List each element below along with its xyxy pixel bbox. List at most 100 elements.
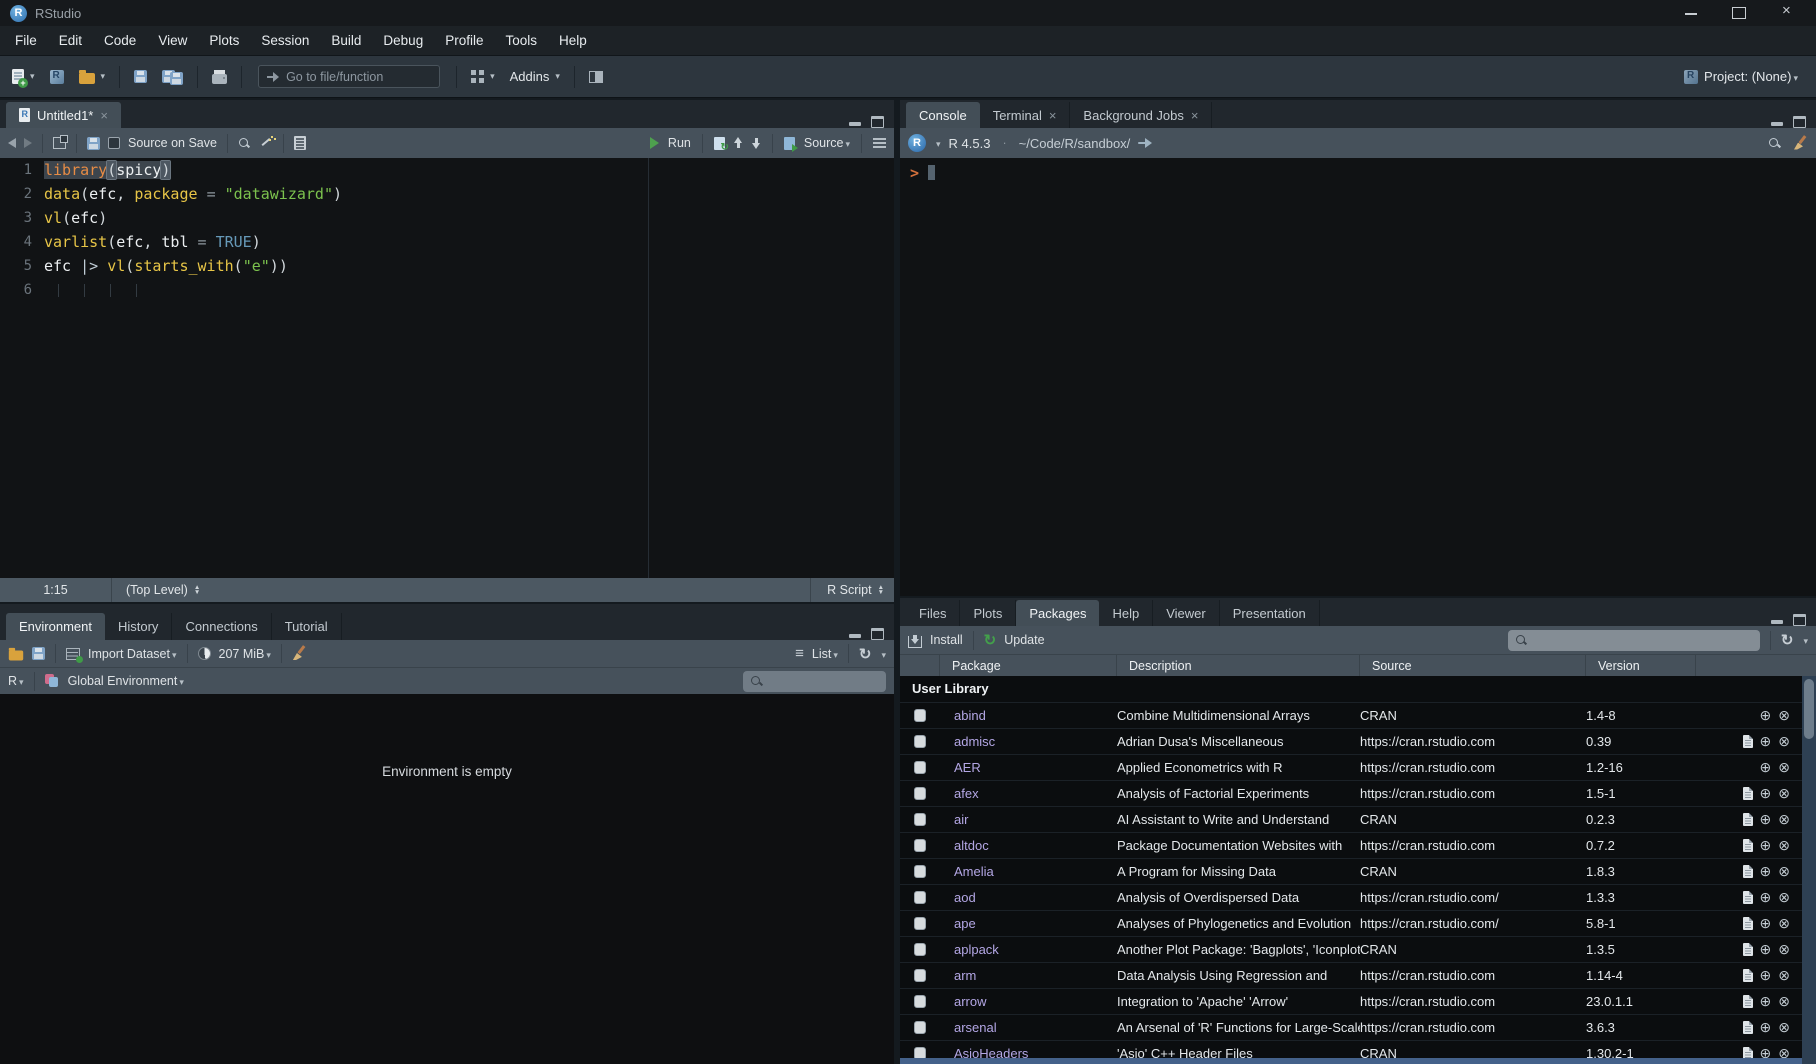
package-website-icon[interactable]: ⊕ (1760, 761, 1772, 774)
package-docs-icon[interactable] (1743, 917, 1753, 930)
package-website-icon[interactable]: ⊕ (1760, 969, 1772, 982)
package-name-link[interactable]: ape (940, 916, 1117, 931)
project-selector[interactable]: Project: (None) (1684, 69, 1808, 84)
tab-connections[interactable]: Connections (172, 613, 271, 640)
package-checkbox[interactable] (914, 735, 926, 748)
package-remove-icon[interactable]: ⊗ (1778, 813, 1790, 826)
tab-files[interactable]: Files (906, 600, 960, 626)
refresh-environment-icon[interactable]: ↻ (859, 645, 872, 663)
package-checkbox[interactable] (914, 969, 926, 982)
menu-help[interactable]: Help (548, 29, 598, 52)
package-row[interactable]: AERApplied Econometrics with Rhttps://cr… (900, 754, 1816, 780)
package-remove-icon[interactable]: ⊗ (1778, 995, 1790, 1008)
package-name-link[interactable]: afex (940, 786, 1117, 801)
forward-icon[interactable] (24, 138, 32, 148)
code-editor[interactable]: 1library(spicy)2data(efc, package = "dat… (0, 158, 894, 578)
package-website-icon[interactable]: ⊕ (1760, 917, 1772, 930)
package-docs-icon[interactable] (1743, 891, 1753, 904)
package-website-icon[interactable]: ⊕ (1760, 709, 1772, 722)
package-docs-icon[interactable] (1743, 787, 1753, 800)
package-website-icon[interactable]: ⊕ (1760, 787, 1772, 800)
maximize-pane-icon[interactable] (1793, 614, 1806, 626)
environment-scope-selector[interactable]: Global Environment (68, 674, 184, 688)
menu-code[interactable]: Code (93, 29, 147, 52)
package-website-icon[interactable]: ⊕ (1760, 995, 1772, 1008)
package-name-link[interactable]: Amelia (940, 864, 1117, 879)
view-mode-selector[interactable]: List (812, 647, 838, 661)
addins-button[interactable]: Addins (506, 66, 564, 87)
package-row[interactable]: armData Analysis Using Regression andhtt… (900, 962, 1816, 988)
close-tab-icon[interactable]: × (1191, 108, 1199, 123)
save-workspace-icon[interactable] (32, 647, 45, 660)
package-row[interactable]: arsenalAn Arsenal of 'R' Functions for L… (900, 1014, 1816, 1040)
package-website-icon[interactable]: ⊕ (1760, 839, 1772, 852)
menu-profile[interactable]: Profile (434, 29, 494, 52)
pane-layout-button[interactable] (585, 68, 607, 86)
save-all-button[interactable] (158, 66, 187, 88)
package-checkbox[interactable] (914, 995, 926, 1008)
tab-untitled1[interactable]: Untitled1* × (6, 102, 121, 128)
package-row[interactable]: aplpackAnother Plot Package: 'Bagplots',… (900, 936, 1816, 962)
package-docs-icon[interactable] (1743, 969, 1753, 982)
goto-file-box[interactable] (258, 65, 440, 88)
package-checkbox[interactable] (914, 943, 926, 956)
save-source-icon[interactable] (87, 137, 100, 150)
package-remove-icon[interactable]: ⊗ (1778, 969, 1790, 982)
tab-background-jobs[interactable]: Background Jobs× (1070, 102, 1212, 128)
code-line-6[interactable]: 6 (0, 278, 894, 302)
tab-terminal[interactable]: Terminal× (980, 102, 1071, 128)
package-website-icon[interactable]: ⊕ (1760, 865, 1772, 878)
package-checkbox[interactable] (914, 839, 926, 852)
package-remove-icon[interactable]: ⊗ (1778, 943, 1790, 956)
menu-edit[interactable]: Edit (48, 29, 93, 52)
maximize-pane-icon[interactable] (1793, 116, 1806, 128)
tab-help[interactable]: Help (1099, 600, 1153, 626)
package-name-link[interactable]: abind (940, 708, 1117, 723)
package-name-link[interactable]: arrow (940, 994, 1117, 1009)
code-line-2[interactable]: 2data(efc, package = "datawizard") (0, 182, 894, 206)
package-name-link[interactable]: aplpack (940, 942, 1117, 957)
back-icon[interactable] (8, 138, 16, 148)
tab-environment[interactable]: Environment (6, 613, 105, 640)
package-website-icon[interactable]: ⊕ (1760, 891, 1772, 904)
package-checkbox[interactable] (914, 787, 926, 800)
package-website-icon[interactable]: ⊕ (1760, 735, 1772, 748)
workspace-panes-button[interactable] (467, 67, 499, 86)
close-tab-icon[interactable]: × (100, 108, 108, 123)
package-checkbox[interactable] (914, 813, 926, 826)
run-icon[interactable] (650, 137, 659, 149)
package-row[interactable]: apeAnalyses of Phylogenetics and Evoluti… (900, 910, 1816, 936)
header-package[interactable]: Package (940, 655, 1117, 676)
run-button[interactable]: Run (668, 136, 691, 150)
code-line-4[interactable]: 4varlist(efc, tbl = TRUE) (0, 230, 894, 254)
code-tools-icon[interactable] (259, 136, 273, 150)
menu-debug[interactable]: Debug (372, 29, 434, 52)
package-row[interactable]: aodAnalysis of Overdispersed Datahttps:/… (900, 884, 1816, 910)
console-output[interactable]: > (900, 158, 1816, 596)
print-button[interactable] (208, 67, 231, 87)
minimize-pane-icon[interactable] (1771, 117, 1783, 127)
window-maximize-button[interactable] (1732, 7, 1746, 19)
package-checkbox[interactable] (914, 865, 926, 878)
clear-console-icon[interactable] (1793, 136, 1808, 151)
document-outline-icon[interactable] (873, 137, 886, 149)
rerun-icon[interactable] (714, 137, 725, 150)
previous-chunk-icon[interactable] (734, 137, 743, 149)
package-row[interactable]: admiscAdrian Dusa's Miscellaneoushttps:/… (900, 728, 1816, 754)
packages-search-input[interactable] (1534, 633, 1644, 647)
close-tab-icon[interactable]: × (1049, 108, 1057, 123)
package-remove-icon[interactable]: ⊗ (1778, 891, 1790, 904)
package-remove-icon[interactable]: ⊗ (1778, 761, 1790, 774)
code-line-5[interactable]: 5efc |> vl(starts_with("e")) (0, 254, 894, 278)
source-button[interactable]: Source (804, 136, 850, 150)
package-row[interactable]: airAI Assistant to Write and UnderstandC… (900, 806, 1816, 832)
menu-view[interactable]: View (147, 29, 198, 52)
package-website-icon[interactable]: ⊕ (1760, 943, 1772, 956)
package-remove-icon[interactable]: ⊗ (1778, 1021, 1790, 1034)
next-chunk-icon[interactable] (752, 137, 761, 149)
menu-tools[interactable]: Tools (494, 29, 548, 52)
window-minimize-button[interactable] (1684, 7, 1698, 19)
package-remove-icon[interactable]: ⊗ (1778, 709, 1790, 722)
memory-usage-icon[interactable] (198, 647, 211, 660)
source-doc-icon[interactable] (784, 137, 795, 150)
